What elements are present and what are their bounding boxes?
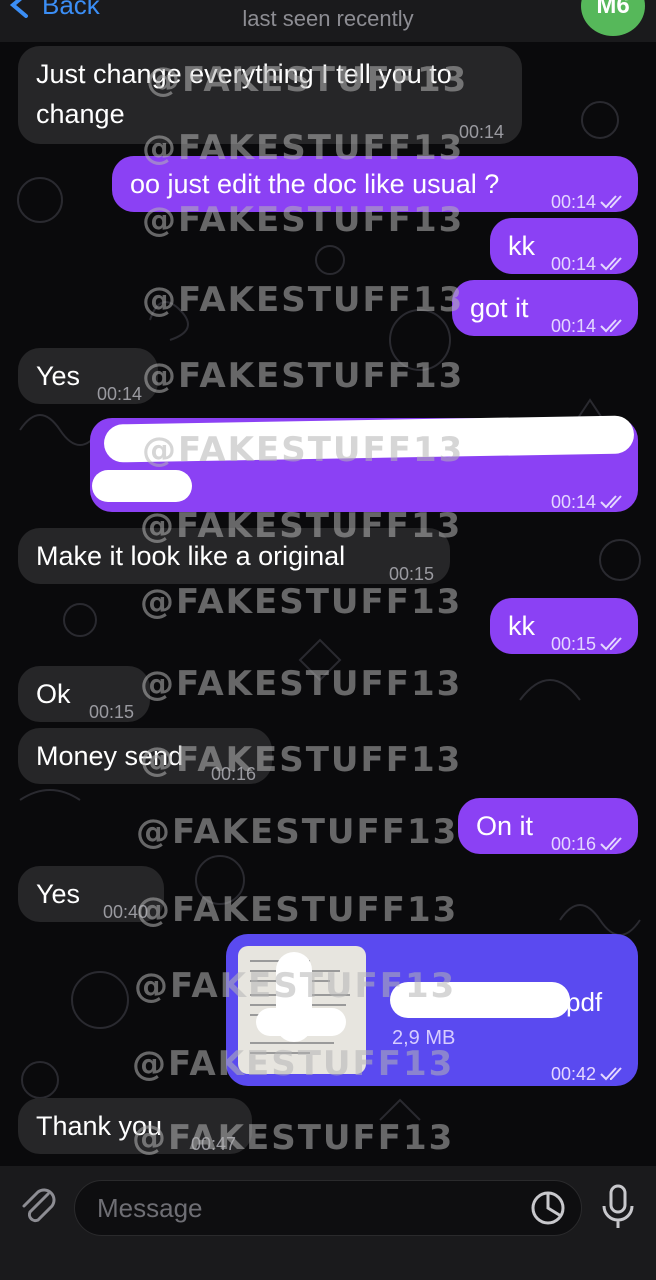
message-time: 00:14 [458, 122, 504, 142]
watermark: @FAKESTUFF13 [142, 280, 465, 320]
double-check-icon [600, 319, 622, 333]
file-extension: pdf [566, 987, 603, 1017]
watermark: @FAKESTUFF13 [142, 128, 465, 168]
double-check-icon [600, 195, 622, 209]
message-time: 00:14 [550, 316, 596, 336]
double-check-icon [600, 257, 622, 271]
message-text: On it [476, 811, 534, 841]
message-time: 00:14 [550, 492, 596, 512]
chat-header: Back last seen recently M6 [0, 0, 656, 42]
message-time: 00:42 [550, 1064, 596, 1084]
message-text: Yes [36, 361, 81, 391]
watermark: @FAKESTUFF13 [132, 1044, 455, 1084]
watermark: @FAKESTUFF13 [140, 664, 463, 704]
watermark: @FAKESTUFF13 [146, 60, 469, 100]
watermark: @FAKESTUFF13 [140, 740, 463, 780]
message-text: got it [470, 293, 529, 323]
message-text: kk [508, 231, 535, 261]
sticker-icon[interactable] [530, 1190, 566, 1226]
message-text: kk [508, 611, 535, 641]
double-check-icon [600, 495, 622, 509]
double-check-icon [600, 1067, 622, 1081]
watermark: @FAKESTUFF13 [134, 966, 457, 1006]
contact-status: last seen recently [242, 6, 414, 31]
watermark: @FAKESTUFF13 [142, 356, 465, 396]
double-check-icon [600, 837, 622, 851]
message-time: 00:14 [96, 384, 142, 404]
message-time: 00:14 [550, 192, 596, 212]
message-composer: Message [0, 1166, 656, 1280]
message-incoming[interactable]: Yes 00:14 [18, 348, 158, 404]
watermark: @FAKESTUFF13 [142, 200, 465, 240]
message-outgoing[interactable]: On it 00:16 [458, 798, 638, 854]
double-check-icon [600, 637, 622, 651]
message-text: Ok [36, 679, 71, 709]
message-time: 00:15 [88, 702, 134, 722]
message-time: 00:14 [550, 254, 596, 274]
message-outgoing[interactable]: got it 00:14 [452, 280, 638, 336]
watermark: @FAKESTUFF13 [142, 430, 465, 470]
watermark: @FAKESTUFF13 [132, 1118, 455, 1158]
paperclip-icon[interactable] [18, 1184, 58, 1228]
message-placeholder: Message [97, 1193, 203, 1223]
message-incoming[interactable]: Ok 00:15 [18, 666, 150, 722]
message-outgoing[interactable]: kk 00:15 [490, 598, 638, 654]
message-text: Yes [36, 879, 81, 909]
microphone-icon[interactable] [600, 1184, 636, 1230]
message-text: change [36, 99, 125, 129]
watermark: @FAKESTUFF13 [140, 506, 463, 546]
redaction-scribble [92, 470, 192, 502]
message-text: oo just edit the doc like usual ? [130, 169, 500, 199]
message-input[interactable]: Message [74, 1180, 582, 1236]
message-time: 00:16 [550, 834, 596, 854]
redaction-scribble [256, 1008, 346, 1036]
watermark: @FAKESTUFF13 [136, 890, 459, 930]
watermark: @FAKESTUFF13 [136, 812, 459, 852]
message-time: 00:15 [550, 634, 596, 654]
message-outgoing[interactable]: kk 00:14 [490, 218, 638, 274]
watermark: @FAKESTUFF13 [140, 582, 463, 622]
